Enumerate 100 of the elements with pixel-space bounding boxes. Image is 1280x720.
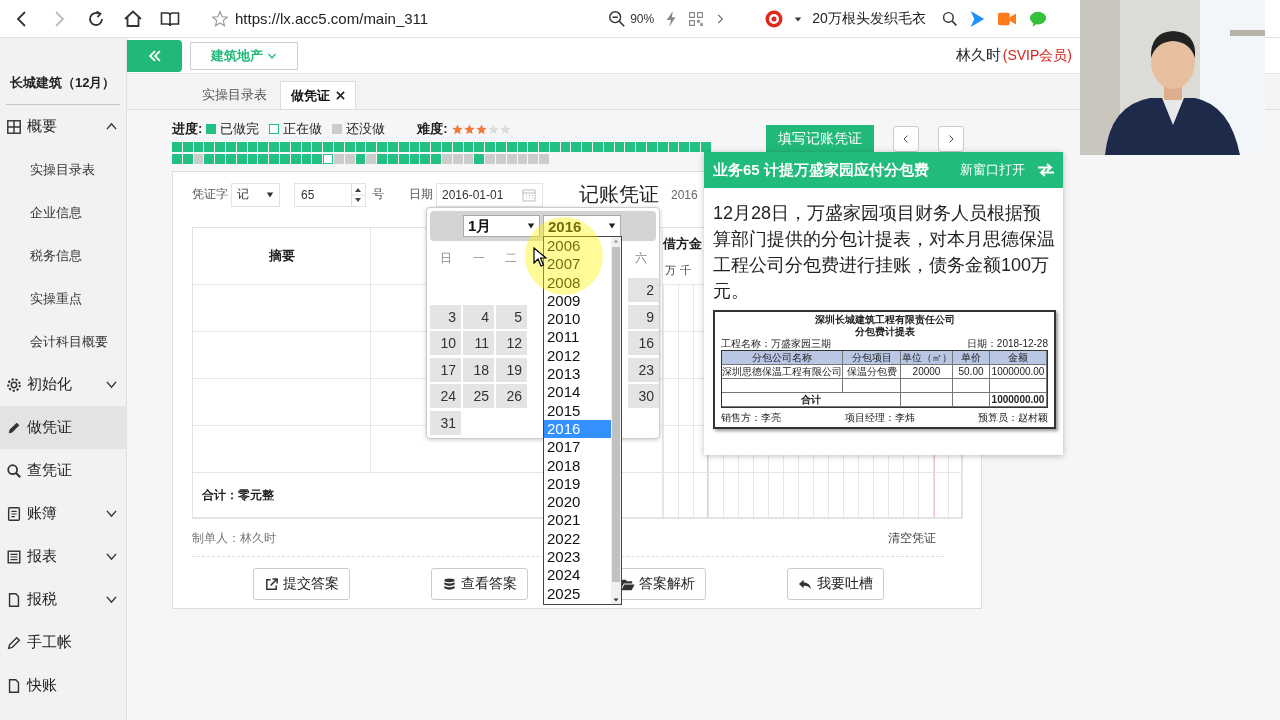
progress-cell[interactable] [366, 153, 377, 164]
year-option[interactable]: 2017 [544, 438, 611, 457]
progress-cell[interactable] [485, 142, 495, 152]
year-select[interactable]: 2016 [543, 215, 621, 237]
chevron-up-icon[interactable] [105, 120, 118, 133]
progress-cell[interactable] [258, 153, 269, 164]
progress-cell[interactable] [226, 142, 236, 152]
user-name[interactable]: 林久时 [955, 46, 1001, 65]
year-option[interactable]: 2013 [544, 365, 611, 384]
sidebar-item[interactable]: 概要 [0, 105, 126, 148]
day-cell[interactable]: 30 [628, 384, 659, 408]
progress-cell[interactable] [593, 142, 603, 152]
progress-cell[interactable] [528, 142, 539, 152]
progress-cell[interactable] [420, 142, 431, 152]
progress-cell[interactable] [679, 142, 690, 152]
zoom-level[interactable]: 90% [630, 11, 655, 26]
progress-cell[interactable] [344, 153, 355, 164]
progress-cell[interactable] [247, 142, 258, 152]
progress-cell[interactable] [420, 153, 431, 164]
day-cell[interactable]: 16 [628, 331, 659, 355]
progress-cell[interactable] [636, 142, 647, 152]
progress-cell[interactable] [474, 153, 485, 164]
sidebar-subitem[interactable]: 税务信息 [0, 234, 126, 277]
day-cell[interactable]: 19 [496, 357, 527, 382]
search-suggestion[interactable]: 20万根头发织毛衣 [812, 9, 926, 28]
tab[interactable]: 做凭证 [280, 81, 356, 109]
sidebar-item[interactable]: 手工帐 [0, 621, 126, 664]
year-option[interactable]: 2006 [544, 237, 611, 256]
progress-cell[interactable] [506, 153, 517, 164]
progress-cell[interactable] [269, 142, 279, 152]
progress-cell[interactable] [226, 153, 236, 164]
progress-cell[interactable] [409, 142, 420, 152]
progress-cell[interactable] [323, 142, 333, 152]
progress-cell[interactable] [517, 153, 528, 164]
spinner-icon[interactable] [351, 183, 365, 206]
progress-cell[interactable] [441, 153, 452, 164]
reload-icon[interactable] [86, 8, 106, 29]
progress-cell[interactable] [495, 142, 506, 152]
day-cell[interactable]: 4 [463, 304, 494, 329]
day-cell[interactable]: 26 [496, 384, 527, 408]
month-select[interactable]: 1月 [463, 215, 540, 237]
progress-cell[interactable] [236, 142, 247, 152]
progress-cell[interactable] [290, 142, 301, 152]
progress-cell[interactable] [333, 153, 344, 164]
logo-icon[interactable] [764, 8, 785, 29]
progress-cell[interactable] [182, 142, 193, 152]
progress-cell[interactable] [463, 153, 474, 164]
progress-cell[interactable] [387, 153, 398, 164]
year-option[interactable]: 2015 [544, 401, 611, 420]
progress-cell[interactable] [172, 153, 182, 164]
address-field[interactable]: https://lx.acc5.com/main_311 [235, 10, 429, 27]
progress-cell[interactable] [236, 153, 247, 164]
progress-cell[interactable] [301, 153, 312, 164]
progress-cell[interactable] [290, 153, 301, 164]
progress-cell[interactable] [528, 153, 539, 164]
qr-code-icon[interactable] [688, 10, 705, 27]
day-cell[interactable]: 10 [430, 331, 461, 355]
sidebar-subitem[interactable]: 实操重点 [0, 277, 126, 320]
progress-cell[interactable] [172, 142, 182, 152]
collapse-button[interactable] [127, 40, 182, 72]
chevron-down-icon[interactable] [105, 593, 118, 606]
chevron-down-icon[interactable] [105, 550, 118, 563]
progress-cell[interactable] [701, 142, 711, 152]
progress-cell[interactable] [647, 142, 657, 152]
progress-cell[interactable] [668, 142, 679, 152]
progress-cell[interactable] [366, 142, 377, 152]
year-option[interactable]: 2010 [544, 310, 611, 329]
progress-cell[interactable] [539, 153, 549, 164]
progress-cell[interactable] [625, 142, 636, 152]
progress-cell[interactable] [495, 153, 506, 164]
caret-icon[interactable] [794, 14, 803, 23]
progress-cell[interactable] [549, 142, 560, 152]
year-option[interactable]: 2011 [544, 328, 611, 347]
close-icon[interactable] [336, 91, 345, 100]
table-cell[interactable] [193, 379, 371, 426]
day-cell[interactable]: 11 [463, 331, 494, 355]
sidebar-item[interactable]: 报税 [0, 578, 126, 621]
progress-cell[interactable] [614, 142, 625, 152]
progress-cell[interactable] [377, 142, 387, 152]
day-cell[interactable]: 12 [496, 331, 527, 355]
progress-cell[interactable] [539, 142, 549, 152]
year-option[interactable]: 2008 [544, 273, 611, 292]
progress-cell[interactable] [247, 153, 258, 164]
star-icon[interactable] [211, 9, 229, 28]
progress-cell[interactable] [452, 153, 463, 164]
year-option[interactable]: 2012 [544, 346, 611, 366]
progress-cell[interactable] [582, 142, 593, 152]
sidebar-item[interactable]: 查凭证 [0, 449, 126, 492]
progress-cell[interactable] [517, 142, 528, 152]
swap-icon[interactable] [1037, 163, 1055, 177]
progress-cell[interactable] [398, 153, 409, 164]
progress-cell[interactable] [690, 142, 701, 152]
search-icon[interactable] [941, 10, 958, 27]
table-cell[interactable] [193, 426, 371, 473]
progress-cell[interactable] [474, 142, 485, 152]
sidebar-subitem[interactable]: 实操目录表 [0, 148, 126, 191]
progress-cell[interactable] [431, 153, 441, 164]
progress-cell[interactable] [204, 142, 215, 152]
action-button[interactable]: 提交答案 [252, 568, 350, 600]
table-cell[interactable] [193, 332, 371, 379]
